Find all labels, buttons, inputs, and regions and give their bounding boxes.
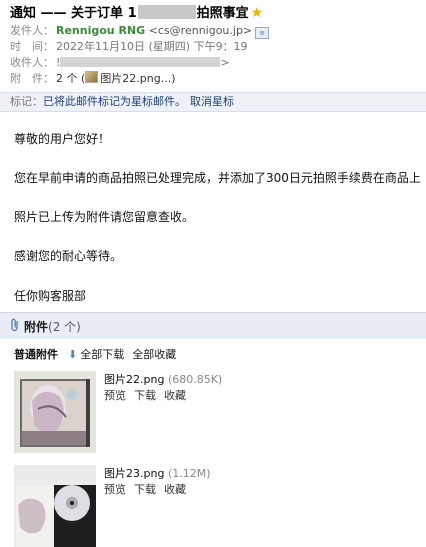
attachments-count: (2 个) — [48, 320, 81, 334]
save-button[interactable]: 收藏 — [164, 389, 186, 402]
redacted-order-number — [137, 5, 196, 19]
download-button[interactable]: 下载 — [134, 389, 156, 402]
to-tail: > — [220, 56, 230, 69]
normal-attachments-label: 普通附件 — [14, 348, 58, 361]
mark-label: 标记： — [10, 95, 43, 108]
mail-header: 通知 —— 关于订单 1 拍照事宜 ★ 发件人： Rennigou RNG <cs@r… — [0, 0, 426, 90]
unstar-link[interactable]: 取消星标 — [190, 95, 234, 108]
attachment-row: 附 件： 2 个 ( 图片22.png...) — [10, 70, 176, 86]
attachments-header: 附件(2 个) — [0, 312, 426, 339]
from-row: 发件人： Rennigou RNG <cs@rennigou.jp> ≡ — [10, 22, 270, 39]
time-value: 2022年11月10日 (星期四) 下午9：19 — [56, 40, 248, 53]
from-label: 发件人： — [10, 24, 54, 37]
download-all-button[interactable]: 全部下载 — [80, 348, 124, 361]
file-size: (1.12M) — [167, 467, 211, 480]
attach-count: 2 个 ( — [56, 72, 86, 85]
attachments-title: 附件(2 个) — [24, 318, 81, 335]
attachment-name: 图片23.png (1.12M) — [104, 465, 211, 481]
body-line-2: 照片已上传为附件请您留意查收。 — [14, 210, 195, 224]
subject-suffix: 拍照事宜 — [196, 6, 249, 21]
save-button[interactable]: 收藏 — [164, 483, 186, 496]
mark-bar: 标记：已将此邮件标记为星标邮件。 取消星标 — [0, 92, 426, 112]
download-arrow-icon: ⬇ — [68, 348, 78, 361]
redacted-recipient — [60, 57, 221, 67]
file-size: (680.85K) — [167, 373, 223, 386]
body-line-3: 感谢您的耐心等待。 — [14, 249, 123, 263]
time-label: 时 间： — [10, 40, 54, 53]
subject-prefix: 通知 —— 关于订单 1 — [10, 6, 137, 21]
contact-card-icon[interactable]: ≡ — [255, 27, 270, 39]
preview-button[interactable]: 预览 — [104, 483, 126, 496]
attachment-actions: 预览 下载 收藏 — [104, 387, 194, 403]
attachment-item: 图片22.png (680.85K) 预览 下载 收藏 — [14, 371, 314, 455]
attachment-item: 图片23.png (1.12M) 预览 下载 收藏 — [14, 465, 314, 547]
image-thumbnail-icon — [85, 71, 99, 83]
attach-chip[interactable]: 图片22.png...) — [85, 71, 176, 85]
to-label: 收件人： — [10, 56, 54, 69]
star-icon[interactable]: ★ — [251, 5, 264, 21]
body-greeting: 尊敬的用户您好！ — [14, 132, 111, 146]
body-line-1: 您在早前申请的商品拍照已处理完成，并添加了300日元拍照手续费在商品上 — [14, 171, 421, 185]
to-row: 收件人：! > — [10, 54, 230, 70]
time-row: 时 间： 2022年11月10日 (星期四) 下午9：19 — [10, 38, 248, 54]
mail-subject: 通知 —— 关于订单 1 拍照事宜 ★ — [10, 2, 263, 21]
save-all-button[interactable]: 全部收藏 — [132, 348, 176, 361]
preview-button[interactable]: 预览 — [104, 389, 126, 402]
mark-text: 已将此邮件标记为星标邮件。 — [43, 95, 186, 108]
file-name: 图片23.png — [104, 467, 165, 480]
sender-email[interactable]: <cs@rennigou.jp> — [149, 24, 252, 37]
attachment-name: 图片22.png (680.85K) — [104, 371, 222, 387]
paperclip-icon — [11, 318, 18, 332]
download-button[interactable]: 下载 — [134, 483, 156, 496]
attachment-actions: 预览 下载 收藏 — [104, 481, 194, 497]
attach-label: 附 件： — [10, 72, 54, 85]
attachments-title-text: 附件 — [24, 320, 49, 334]
attachment-thumbnail[interactable] — [14, 371, 96, 453]
attach-chip-label: 图片22.png...) — [100, 72, 176, 85]
sender-name[interactable]: Rennigou RNG — [56, 24, 145, 37]
file-name: 图片22.png — [104, 373, 165, 386]
attachments-toolbar: 普通附件 ⬇ 全部下载 全部收藏 — [14, 346, 176, 362]
body-signature: 任你购客服部 — [14, 289, 87, 303]
attachment-thumbnail[interactable] — [14, 465, 96, 547]
